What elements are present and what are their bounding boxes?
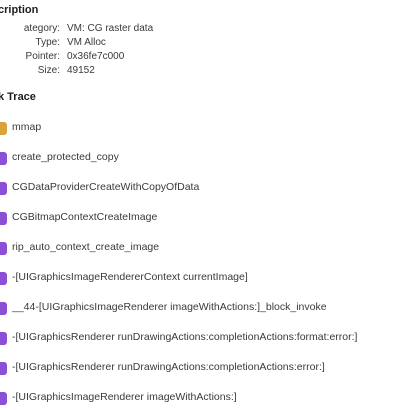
type-key: Type: xyxy=(35,37,60,48)
user-frame-icon xyxy=(0,242,7,255)
category-key: ategory: xyxy=(23,23,60,34)
user-frame-icon xyxy=(0,392,7,405)
stack-frame-label: create_protected_copy xyxy=(12,151,119,163)
user-frame-icon xyxy=(0,302,7,315)
size-value: 49152 xyxy=(67,65,95,76)
user-frame-icon xyxy=(0,182,7,195)
library-frame-icon xyxy=(0,122,7,135)
category-value: VM: CG raster data xyxy=(67,23,154,34)
stack-frame-label: -[UIGraphicsRenderer runDrawingActions:c… xyxy=(12,331,358,343)
stack-frame-label: __44-[UIGraphicsImageRenderer imageWithA… xyxy=(12,301,327,313)
user-frame-icon xyxy=(0,212,7,225)
pointer-key: Pointer: xyxy=(25,51,60,62)
user-frame-icon xyxy=(0,272,7,285)
stack-frame-label: rip_auto_context_create_image xyxy=(12,241,160,253)
stack-frame[interactable]: -[UIGraphicsRenderer runDrawingActions:c… xyxy=(0,328,400,350)
stack-frame[interactable]: CGDataProviderCreateWithCopyOfData xyxy=(0,178,400,200)
user-frame-icon xyxy=(0,332,7,345)
stack-trace-title: k Trace xyxy=(0,91,36,103)
stack-frame[interactable]: rip_auto_context_create_image xyxy=(0,238,400,260)
type-value: VM Alloc xyxy=(67,37,106,48)
stack-frame[interactable]: create_protected_copy xyxy=(0,148,400,170)
user-frame-icon xyxy=(0,362,7,375)
size-key: Size: xyxy=(37,65,60,76)
stack-frame[interactable]: __44-[UIGraphicsImageRenderer imageWithA… xyxy=(0,298,400,320)
stack-frame-label: CGBitmapContextCreateImage xyxy=(12,211,158,223)
stack-frame-label: -[UIGraphicsImageRenderer imageWithActio… xyxy=(12,391,237,403)
stack-frame[interactable]: -[UIGraphicsRenderer runDrawingActions:c… xyxy=(0,358,400,380)
stack-frame-label: CGDataProviderCreateWithCopyOfData xyxy=(12,181,200,193)
stack-frame-label: -[UIGraphicsImageRendererContext current… xyxy=(12,271,248,283)
pointer-value: 0x36fe7c000 xyxy=(67,51,125,62)
description-title: cription xyxy=(0,4,39,16)
stack-frame[interactable]: -[UIGraphicsImageRenderer imageWithActio… xyxy=(0,388,400,410)
stack-frame[interactable]: CGBitmapContextCreateImage xyxy=(0,208,400,230)
stack-frame[interactable]: -[UIGraphicsImageRendererContext current… xyxy=(0,268,400,290)
user-frame-icon xyxy=(0,152,7,165)
stack-frame-label: -[UIGraphicsRenderer runDrawingActions:c… xyxy=(12,361,325,373)
stack-frame[interactable]: mmap xyxy=(0,118,400,140)
stack-frame-label: mmap xyxy=(12,121,42,133)
